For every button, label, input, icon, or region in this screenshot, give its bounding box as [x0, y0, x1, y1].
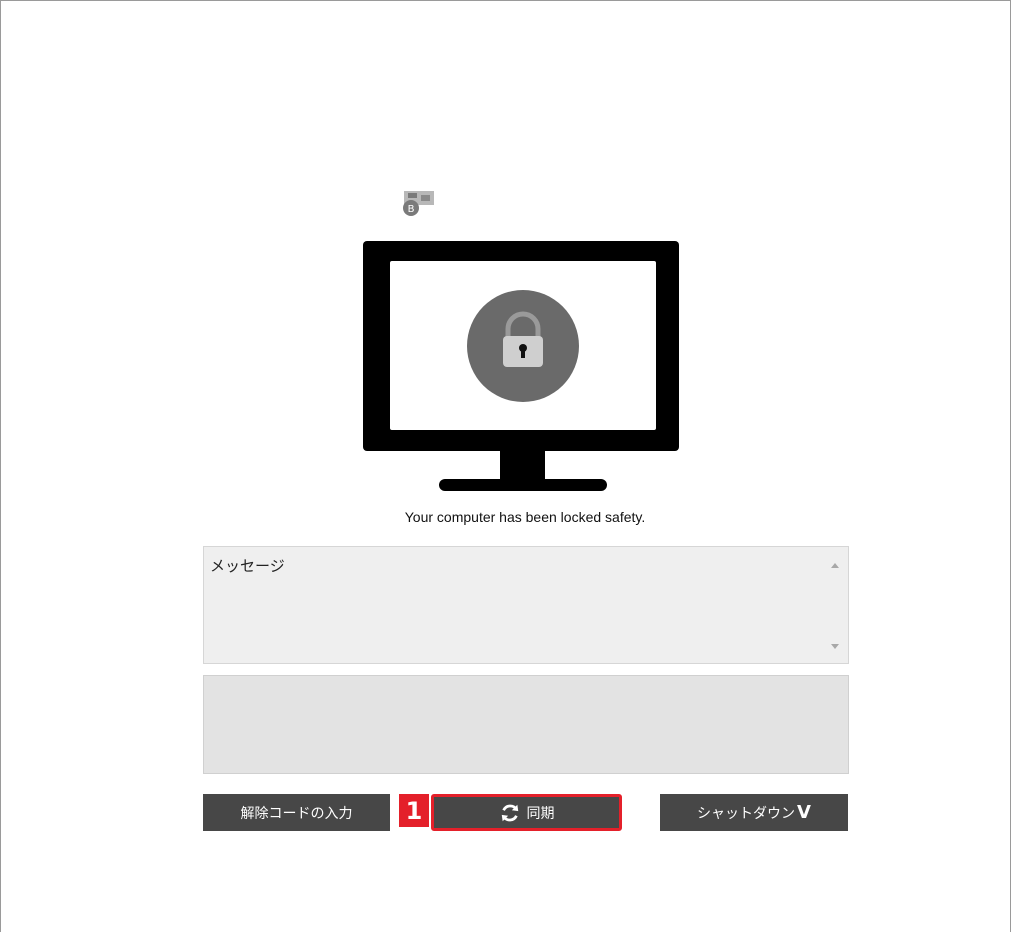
- shutdown-button[interactable]: シャットダウン V: [660, 794, 848, 831]
- enter-unlock-code-button[interactable]: 解除コードの入力: [203, 794, 390, 831]
- window-frame: B Your computer has been locked safety. …: [0, 0, 1011, 932]
- message-textarea[interactable]: メッセージ: [203, 546, 849, 664]
- brand-logo-icon: B: [403, 191, 434, 216]
- scroll-down-arrow-icon[interactable]: [831, 644, 839, 649]
- chevron-down-icon: V: [797, 802, 811, 823]
- message-label: メッセージ: [210, 557, 285, 575]
- padlock-icon: [467, 290, 579, 402]
- monitor-icon: [363, 241, 679, 491]
- shutdown-label: シャットダウン: [697, 805, 796, 822]
- message-scrollbar[interactable]: [824, 547, 848, 663]
- sync-icon: [501, 804, 518, 821]
- sync-button[interactable]: 同期: [431, 794, 622, 831]
- annotation-badge: 1: [399, 794, 429, 827]
- enter-unlock-code-label: 解除コードの入力: [240, 805, 353, 822]
- unlock-code-panel: [203, 675, 849, 774]
- sync-label: 同期: [526, 805, 555, 822]
- lock-status-text: Your computer has been locked safety.: [404, 509, 646, 525]
- svg-text:B: B: [408, 204, 415, 215]
- scroll-up-arrow-icon[interactable]: [831, 563, 839, 568]
